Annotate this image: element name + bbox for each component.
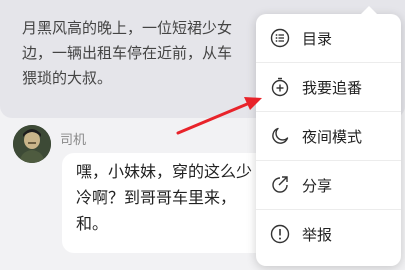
menu-item-night-mode[interactable]: 夜间模式	[256, 112, 401, 161]
menu-item-label: 分享	[302, 176, 333, 195]
menu-item-report[interactable]: 举报	[256, 210, 401, 258]
avatar-image	[13, 125, 51, 163]
menu-item-label: 我要追番	[302, 78, 363, 97]
popup-menu: 目录 我要追番 夜间模式 分享 举报	[256, 6, 401, 266]
report-icon	[270, 224, 290, 244]
list-icon	[270, 28, 290, 48]
menu-item-share[interactable]: 分享	[256, 161, 401, 210]
avatar[interactable]	[13, 125, 51, 163]
moon-icon	[272, 127, 289, 144]
menu-item-label: 举报	[302, 225, 333, 244]
menu-item-follow[interactable]: 我要追番	[256, 63, 401, 112]
speaker-name: 司机	[60, 133, 87, 148]
menu-item-label: 目录	[302, 29, 333, 48]
menu-item-label: 夜间模式	[302, 127, 363, 146]
menu-item-catalog[interactable]: 目录	[256, 14, 401, 63]
share-icon	[272, 176, 288, 193]
add-follow-icon	[271, 77, 289, 97]
